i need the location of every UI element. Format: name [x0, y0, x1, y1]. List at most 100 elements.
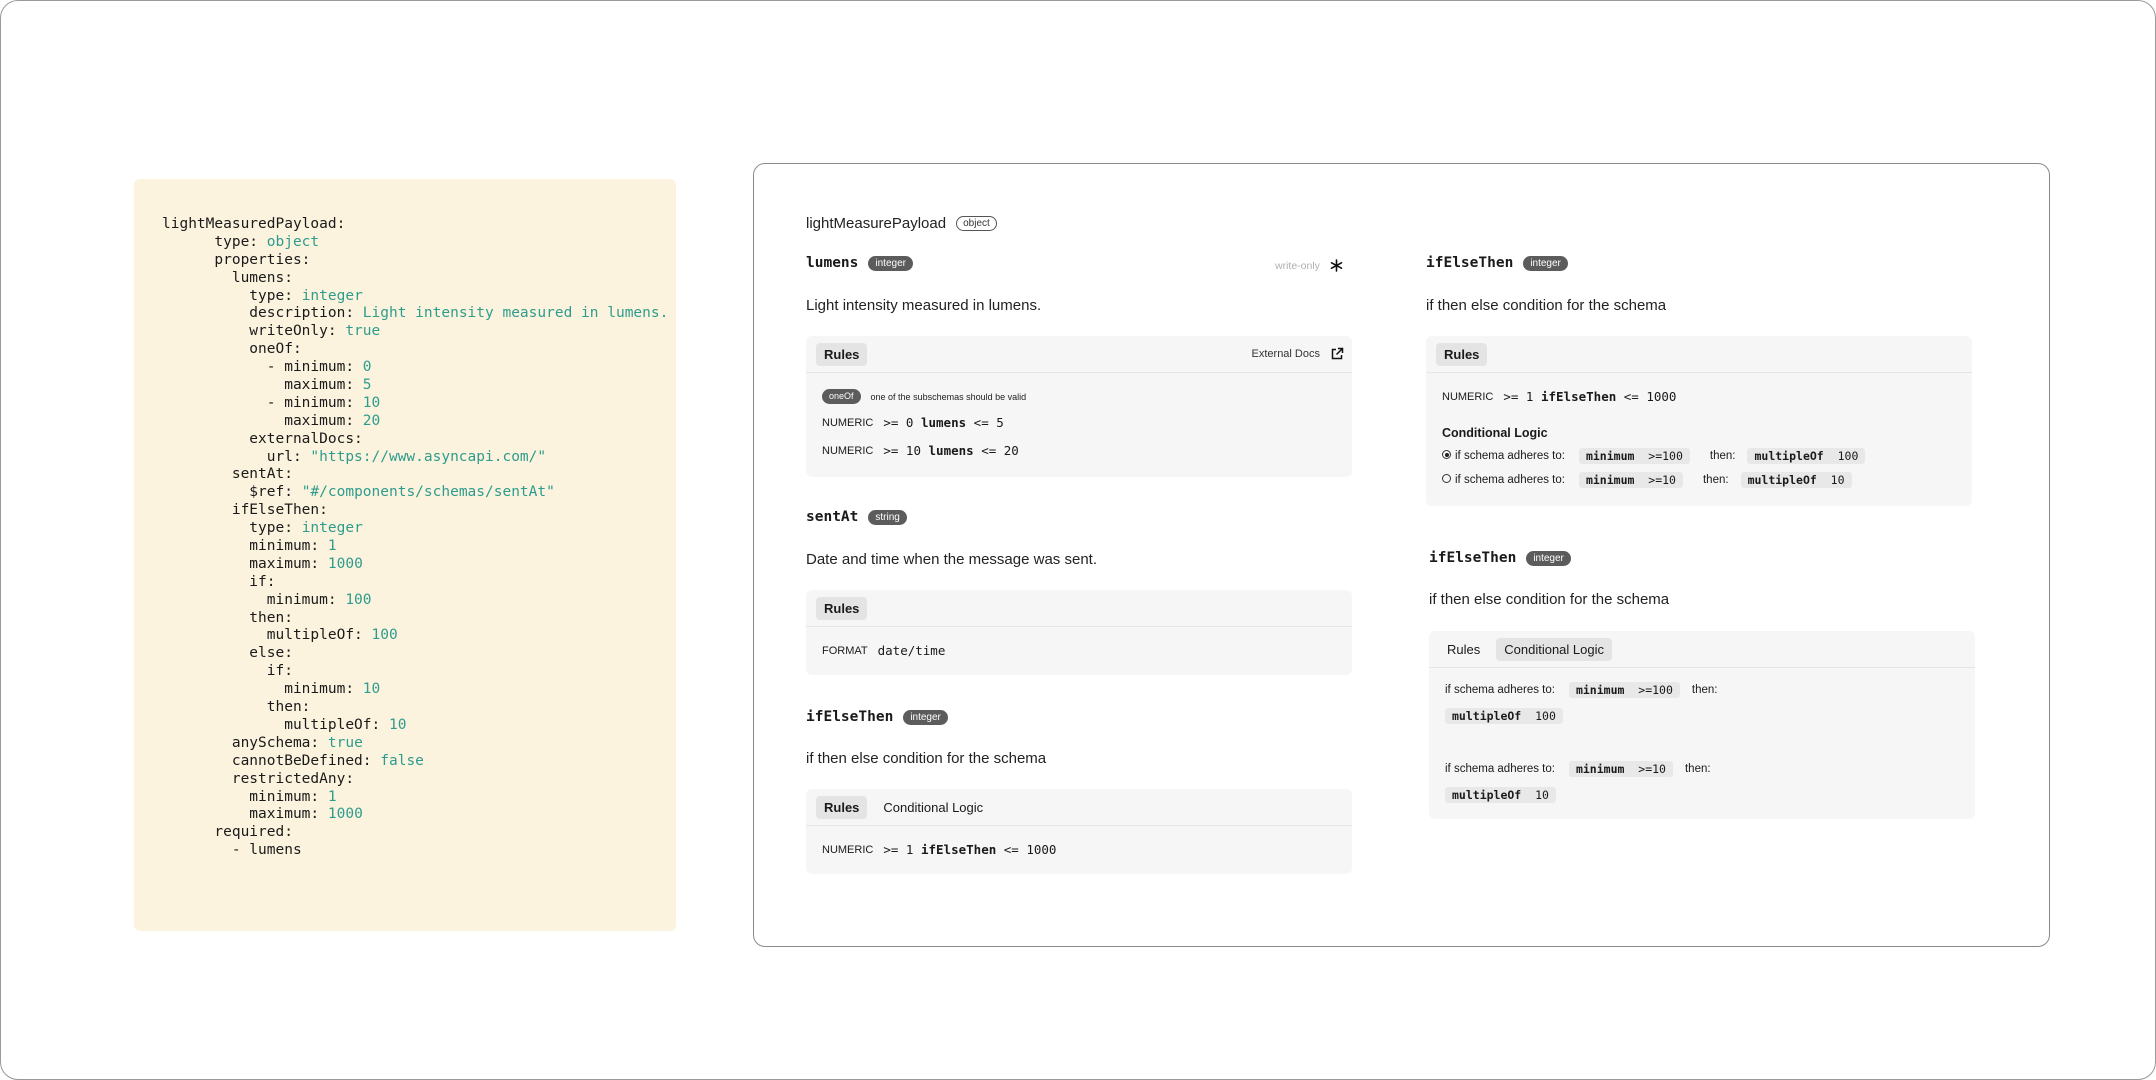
yaml-key: if:	[162, 663, 293, 680]
yaml-line: - lumens	[162, 842, 668, 860]
yaml-line: description: Light intensity measured in…	[162, 305, 668, 323]
yaml-key: multipleOf:	[162, 627, 372, 644]
yaml-line: type: integer	[162, 520, 668, 538]
lumens-tabs: Rules External Docs	[806, 336, 1352, 373]
yaml-line: multipleOf: 100	[162, 627, 668, 645]
sentat-type-badge: string	[868, 509, 907, 525]
yaml-value: 5	[362, 377, 372, 394]
yaml-line: maximum: 1000	[162, 806, 668, 824]
radio-selected-icon[interactable]	[1442, 450, 1451, 459]
sentat-tabs: Rules	[806, 590, 1352, 627]
tab-rules[interactable]: Rules	[1436, 342, 1488, 366]
root-schema-name: lightMeasurePayload	[806, 215, 947, 232]
tab-conditional-logic[interactable]: Conditional Logic	[875, 796, 991, 819]
condition-text: if schema adheres to:	[1445, 684, 1555, 696]
ifelsethen-3-header: ifElseThen integer	[1429, 550, 1571, 566]
tab-rules[interactable]: Rules	[816, 342, 868, 366]
condition-1[interactable]: if schema adheres to: minimum >=100 then…	[1442, 448, 1866, 464]
yaml-value: true	[327, 734, 363, 751]
yaml-key: $ref:	[162, 484, 302, 501]
yaml-key: type:	[162, 520, 302, 537]
yaml-code-panel: lightMeasuredPayload: type: object prope…	[134, 179, 676, 931]
yaml-line: cannotBeDefined: false	[162, 753, 668, 771]
yaml-value: 100	[371, 627, 398, 644]
result-value: 10	[1830, 473, 1845, 487]
write-only-label: write-only	[1275, 259, 1320, 272]
ifelsethen-2-rule: NUMERIC >= 1 ifElseThen <= 1000	[1442, 389, 1676, 404]
yaml-key: else:	[162, 645, 293, 662]
rule-prop: lumens	[928, 443, 974, 458]
condition-value: >=100	[1648, 449, 1683, 463]
yaml-code: lightMeasuredPayload: type: object prope…	[162, 216, 668, 860]
yaml-key: anySchema:	[162, 734, 328, 751]
ifelsethen-1-rules-box: Rules Conditional Logic NUMERIC >= 1 ifE…	[806, 789, 1352, 874]
radio-unselected-icon[interactable]	[1442, 474, 1451, 483]
yaml-line: restrictedAny:	[162, 771, 668, 789]
yaml-line: minimum: 1	[162, 538, 668, 556]
yaml-value: false	[380, 752, 424, 769]
yaml-key: - minimum:	[162, 359, 363, 376]
yaml-value: 20	[362, 412, 381, 429]
yaml-line: lightMeasuredPayload:	[162, 216, 668, 234]
format-value: date/time	[877, 643, 946, 658]
yaml-key: sentAt:	[162, 466, 293, 483]
result-key: multipleOf	[1754, 449, 1824, 463]
result-key: multipleOf	[1452, 709, 1522, 723]
yaml-key: maximum:	[162, 806, 328, 823]
condition-2-result: multipleOf 10	[1445, 787, 1556, 803]
sentat-description: Date and time when the message was sent.	[806, 551, 1097, 568]
yaml-line: minimum: 10	[162, 681, 668, 699]
yaml-value: 1000	[327, 555, 363, 572]
condition-key: minimum	[1575, 683, 1625, 697]
yaml-line: ifElseThen:	[162, 502, 668, 520]
yaml-line: externalDocs:	[162, 431, 668, 449]
rule-prop: ifElseThen	[920, 842, 997, 857]
tab-conditional-logic[interactable]: Conditional Logic	[1496, 637, 1612, 661]
yaml-key: ifElseThen:	[162, 502, 328, 519]
lumens-rule-2: NUMERIC >= 10 lumens <= 20	[822, 443, 1019, 458]
rule-max: <= 1000	[1003, 842, 1057, 857]
yaml-value: integer	[301, 287, 363, 304]
sentat-format-rule: FORMAT date/time	[822, 643, 945, 658]
tab-rules[interactable]: Rules	[1439, 638, 1488, 661]
yaml-line: lumens:	[162, 270, 668, 288]
then-label: then:	[1691, 684, 1718, 696]
result-value: 100	[1837, 449, 1859, 463]
sentat-header: sentAt string	[806, 509, 907, 525]
yaml-line: maximum: 20	[162, 413, 668, 431]
external-docs-link[interactable]: External Docs	[1252, 347, 1344, 361]
rule-prop: lumens	[920, 415, 967, 430]
external-docs-label: External Docs	[1251, 348, 1320, 360]
external-link-icon	[1331, 347, 1344, 360]
rule-min: >= 10	[883, 443, 921, 458]
yaml-key: description:	[162, 305, 363, 322]
rule-label: NUMERIC	[822, 444, 874, 457]
condition-key: minimum	[1585, 473, 1635, 487]
rule-max: <= 20	[981, 443, 1019, 458]
oneof-text: one of the subschemas should be valid	[870, 391, 1027, 402]
yaml-key: maximum:	[162, 555, 328, 572]
yaml-line: - minimum: 0	[162, 359, 668, 377]
tab-rules[interactable]: Rules	[816, 795, 868, 819]
condition-1-result: multipleOf 100	[1445, 708, 1563, 724]
yaml-value: true	[345, 323, 381, 340]
ifelsethen-1-header: ifElseThen integer	[806, 709, 948, 725]
yaml-value: 1	[327, 788, 337, 805]
yaml-key: minimum:	[162, 681, 363, 698]
tab-rules[interactable]: Rules	[816, 596, 868, 620]
rule-min: >= 1	[883, 842, 914, 857]
yaml-key: writeOnly:	[162, 323, 346, 340]
condition-2[interactable]: if schema adheres to: minimum >=10 then:…	[1442, 472, 1852, 488]
oneof-badge: oneOf	[822, 389, 861, 404]
condition-value: >=100	[1638, 683, 1673, 697]
condition-value: >=10	[1648, 473, 1676, 487]
yaml-line: properties:	[162, 252, 668, 270]
yaml-key: - lumens	[162, 842, 302, 859]
yaml-value: 0	[362, 359, 372, 376]
then-label: then:	[1684, 763, 1711, 775]
yaml-line: maximum: 5	[162, 377, 668, 395]
yaml-line: sentAt:	[162, 466, 668, 484]
yaml-line: type: object	[162, 234, 668, 252]
ifelsethen-3-name: ifElseThen	[1429, 550, 1517, 566]
condition-value: >=10	[1638, 762, 1666, 776]
